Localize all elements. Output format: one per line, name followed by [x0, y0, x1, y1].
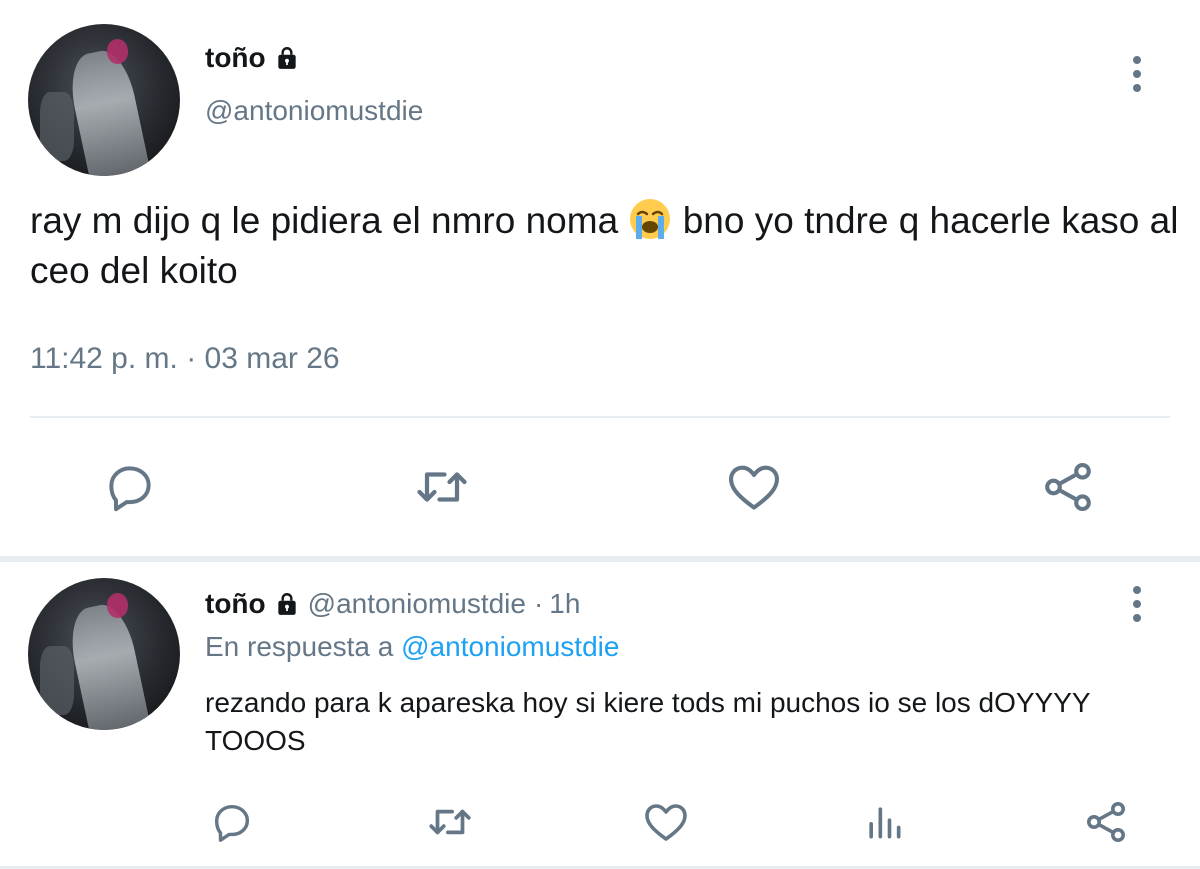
reply-prefix: En respuesta a: [205, 631, 402, 662]
loudly-crying-face-icon: [630, 199, 671, 239]
reply-header: toño @antoniomustdie · 1h: [205, 588, 580, 620]
more-options-icon[interactable]: [1122, 52, 1152, 96]
reply-to-link[interactable]: @antoniomustdie: [401, 631, 619, 662]
retweet-icon: [429, 809, 471, 835]
lock-icon: [277, 47, 296, 69]
tweet-text-part1: ray m dijo q le pidiera el nmro noma: [30, 200, 629, 241]
reply-time[interactable]: 1h: [549, 588, 580, 620]
reply-context: En respuesta a @antoniomustdie: [205, 631, 619, 663]
reply-avatar[interactable]: [28, 578, 180, 730]
share-icon: [1045, 462, 1091, 512]
reply-text: rezando para k apareska hoy si kiere tod…: [205, 687, 1091, 756]
reply-button[interactable]: [200, 790, 264, 854]
time-separator: ·: [533, 588, 544, 619]
tweet-separator: [0, 556, 1200, 562]
retweet-button[interactable]: [418, 790, 482, 854]
tweet-timestamp[interactable]: 11:42 p. m. · 03 mar 26: [30, 342, 340, 376]
display-name[interactable]: toño: [205, 42, 300, 74]
like-button[interactable]: [722, 455, 786, 519]
like-icon: [645, 804, 687, 841]
more-options-icon[interactable]: [1122, 582, 1152, 626]
display-name-text[interactable]: toño: [205, 42, 266, 74]
reply-display-name[interactable]: toño: [205, 588, 266, 620]
divider: [30, 416, 1170, 418]
like-button[interactable]: [634, 790, 698, 854]
analytics-icon: [869, 807, 901, 839]
tweet-text: ray m dijo q le pidiera el nmro noma bno…: [30, 196, 1190, 296]
reply-actions: [0, 790, 1200, 854]
analytics-button[interactable]: [852, 790, 916, 854]
reply-button[interactable]: [98, 455, 162, 519]
tweet-actions: [0, 455, 1200, 519]
reply-handle[interactable]: @antoniomustdie: [308, 588, 526, 620]
retweet-icon: [417, 472, 467, 502]
share-button[interactable]: [1074, 790, 1138, 854]
share-icon: [1087, 802, 1125, 842]
retweet-button[interactable]: [410, 455, 474, 519]
avatar[interactable]: [28, 24, 180, 176]
reply-icon: [214, 804, 250, 842]
share-button[interactable]: [1036, 455, 1100, 519]
like-icon: [728, 465, 780, 510]
user-handle[interactable]: @antoniomustdie: [205, 95, 423, 127]
lock-icon: [277, 593, 296, 615]
reply-icon: [109, 466, 151, 512]
